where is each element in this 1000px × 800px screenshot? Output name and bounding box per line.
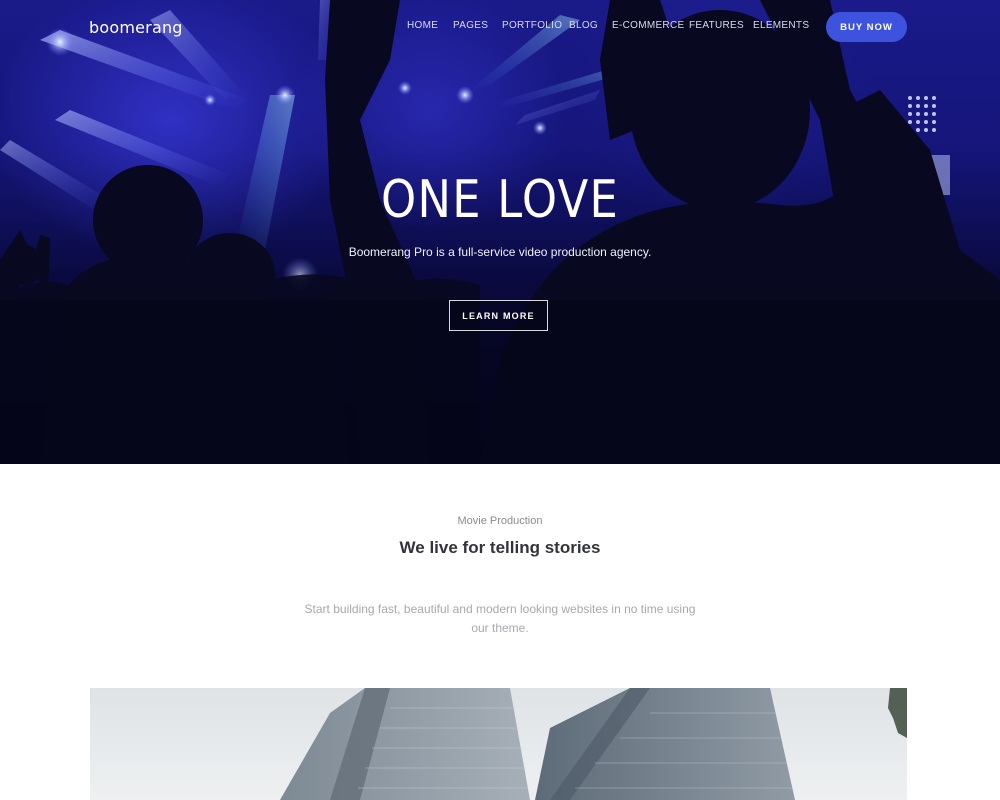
nav-item-features[interactable]: FEATURES <box>689 20 744 31</box>
learn-more-button[interactable]: LEARN MORE <box>449 300 548 331</box>
office-buildings-illustration <box>280 688 907 800</box>
nav-item-home[interactable]: HOME <box>407 20 438 31</box>
hero-section: boomerang HOME PAGES PORTFOLIO BLOG E-CO… <box>0 0 1000 464</box>
nav-item-pages[interactable]: PAGES <box>453 20 488 31</box>
hero-subtitle: Boomerang Pro is a full-service video pr… <box>348 245 652 259</box>
nav-item-elements[interactable]: ELEMENTS <box>753 20 809 31</box>
section-title: We live for telling stories <box>399 538 601 557</box>
brand-logo[interactable]: boomerang <box>89 18 183 37</box>
nav-item-blog[interactable]: BLOG <box>569 20 598 31</box>
nav-item-ecommerce[interactable]: E-COMMERCE <box>612 20 684 31</box>
buy-now-button[interactable]: BUY NOW <box>826 12 907 42</box>
nav-item-portfolio[interactable]: PORTFOLIO <box>502 20 562 31</box>
office-buildings-image <box>90 688 907 800</box>
section-eyebrow: Movie Production <box>457 515 543 527</box>
section-description: Start building fast, beautiful and moder… <box>304 602 696 635</box>
concert-crowd-background-image <box>0 0 1000 464</box>
hero-title: ONE LOVE <box>380 170 620 230</box>
